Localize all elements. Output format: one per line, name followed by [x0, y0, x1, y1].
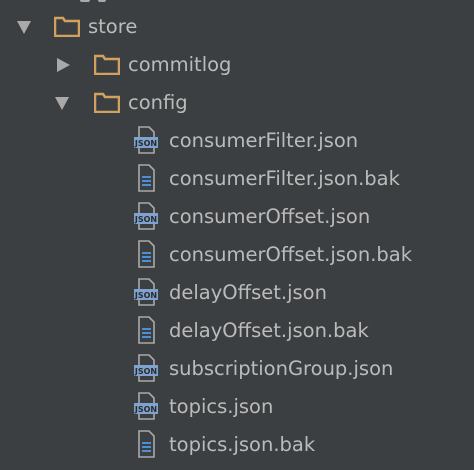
tree-item-label: config — [128, 91, 188, 114]
previous-row-stub — [80, 0, 90, 2]
tree-item-label: consumerOffset.json — [169, 205, 371, 228]
text-file-icon — [138, 316, 155, 344]
previous-row-stub — [98, 0, 106, 2]
text-file-icon — [138, 164, 155, 192]
tree-item-file[interactable]: JSON consumerOffset.json — [0, 199, 474, 237]
tree-item-label: consumerFilter.json — [169, 129, 359, 152]
svg-text:JSON: JSON — [134, 215, 157, 224]
json-file-icon: JSON — [134, 392, 158, 420]
svg-text:JSON: JSON — [134, 291, 157, 300]
json-file-icon: JSON — [134, 278, 158, 306]
tree-item-label: store — [88, 15, 138, 38]
json-file-icon: JSON — [134, 126, 158, 154]
json-file-icon: JSON — [134, 354, 158, 382]
expand-arrow-icon[interactable] — [55, 97, 69, 110]
tree-item-label: commitlog — [128, 53, 232, 76]
tree-item-file[interactable]: consumerFilter.json.bak — [0, 161, 474, 199]
tree-item-config[interactable]: config — [0, 85, 474, 123]
json-file-icon: JSON — [134, 202, 158, 230]
tree-item-file[interactable]: JSON topics.json — [0, 389, 474, 427]
folder-icon — [94, 92, 120, 113]
tree-item-file[interactable]: delayOffset.json.bak — [0, 313, 474, 351]
tree-item-label: consumerOffset.json.bak — [169, 243, 413, 266]
tree-item-file[interactable]: JSON consumerFilter.json — [0, 123, 474, 161]
text-file-icon — [138, 430, 155, 458]
tree-item-file[interactable]: JSON subscriptionGroup.json — [0, 351, 474, 389]
tree-item-file[interactable]: JSON delayOffset.json — [0, 275, 474, 313]
project-tree: store commitlog config JSON consumerFilt… — [0, 0, 474, 470]
tree-item-label: topics.json — [169, 395, 274, 418]
svg-text:JSON: JSON — [134, 367, 157, 376]
tree-item-label: subscriptionGroup.json — [169, 357, 394, 380]
collapse-arrow-icon[interactable] — [57, 58, 70, 72]
svg-text:JSON: JSON — [134, 139, 157, 148]
svg-text:JSON: JSON — [134, 405, 157, 414]
tree-item-label: consumerFilter.json.bak — [169, 167, 400, 190]
tree-item-label: delayOffset.json.bak — [169, 319, 369, 342]
folder-icon — [94, 54, 120, 75]
tree-item-commitlog[interactable]: commitlog — [0, 47, 474, 85]
tree-item-label: topics.json.bak — [169, 433, 316, 456]
tree-item-file[interactable]: consumerOffset.json.bak — [0, 237, 474, 275]
tree-item-file[interactable]: topics.json.bak — [0, 427, 474, 465]
tree-item-label: delayOffset.json — [169, 281, 327, 304]
folder-icon — [54, 16, 80, 37]
tree-item-store[interactable]: store — [0, 9, 474, 47]
text-file-icon — [138, 240, 155, 268]
expand-arrow-icon[interactable] — [17, 21, 31, 34]
